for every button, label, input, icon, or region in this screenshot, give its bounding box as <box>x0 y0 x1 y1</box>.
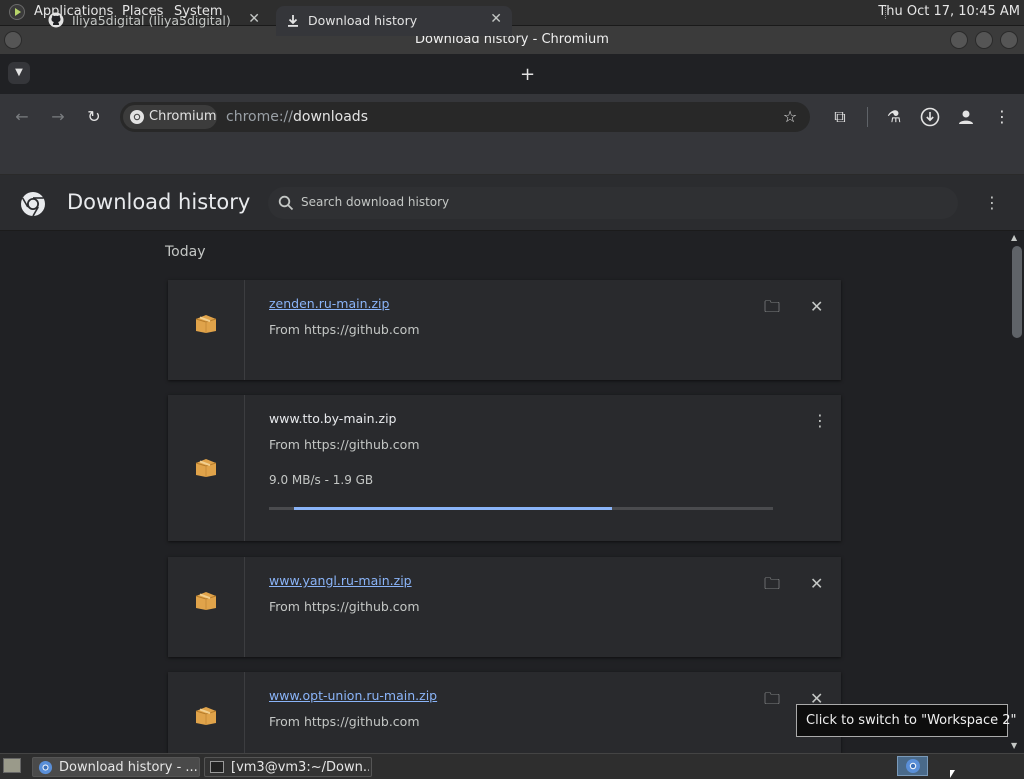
archive-file-icon <box>195 315 217 333</box>
github-icon <box>48 12 64 28</box>
terminal-icon <box>210 761 224 773</box>
file-name-link[interactable]: www.yangl.ru-main.zip <box>269 573 412 588</box>
search-icon <box>278 195 294 211</box>
downloads-toolbar-icon[interactable] <box>920 107 940 127</box>
chrome-menu-icon[interactable]: ⋮ <box>992 107 1012 127</box>
date-section-label: Today <box>165 244 206 260</box>
minimize-button[interactable] <box>950 31 968 49</box>
tab-label: Download history <box>308 13 418 28</box>
task-terminal[interactable]: [vm3@vm3:~/Down... <box>204 757 372 777</box>
scrollbar-thumb[interactable] <box>1012 246 1022 338</box>
download-status: 9.0 MB/s - 1.9 GB <box>269 473 374 487</box>
applications-menu-icon[interactable] <box>9 4 25 20</box>
url-text[interactable]: chrome://downloads <box>226 109 368 125</box>
address-bar[interactable] <box>120 102 810 132</box>
task-label: [vm3@vm3:~/Down... <box>231 760 369 775</box>
download-item: www.yangl.ru-main.zip From https://githu… <box>168 557 841 657</box>
reload-button[interactable]: ↻ <box>84 107 104 127</box>
tooltip-text: Click to switch to "Workspace 2" <box>806 713 1017 728</box>
file-source: From https://github.com <box>269 599 420 614</box>
download-item: zenden.ru-main.zip From https://github.c… <box>168 280 841 380</box>
labs-flask-icon[interactable]: ⚗ <box>884 107 904 127</box>
card-divider <box>244 280 245 380</box>
show-in-folder-icon[interactable]: 🗀 <box>764 573 780 600</box>
download-item: www.tto.by-main.zip From https://github.… <box>168 395 841 541</box>
chromium-icon <box>906 759 920 773</box>
scroll-down-arrow-icon[interactable]: ▼ <box>1011 741 1017 750</box>
workspace-tooltip: Click to switch to "Workspace 2" <box>796 704 1017 737</box>
back-button[interactable]: ← <box>12 107 32 127</box>
close-window-button[interactable] <box>1000 31 1018 49</box>
chevron-down-icon: ▼ <box>15 67 23 78</box>
chromium-icon <box>38 760 53 775</box>
toolbar-divider <box>867 107 868 127</box>
bookmark-star-icon[interactable]: ☆ <box>780 107 800 127</box>
url-host: downloads <box>293 109 368 125</box>
show-in-folder-icon[interactable]: 🗀 <box>764 296 780 323</box>
site-chip-label: Chromium <box>149 109 217 124</box>
workspace-switcher[interactable] <box>897 756 928 776</box>
url-scheme: chrome:// <box>226 109 293 125</box>
show-desktop-icon[interactable] <box>3 758 21 773</box>
close-tab-icon[interactable]: ✕ <box>248 11 260 27</box>
extensions-icon[interactable]: ⧉ <box>830 107 850 127</box>
archive-file-icon <box>195 707 217 725</box>
more-options-icon[interactable]: ⋮ <box>812 411 828 430</box>
download-item: www.opt-union.ru-main.zip From https://g… <box>168 672 841 753</box>
file-name-link[interactable]: zenden.ru-main.zip <box>269 296 389 311</box>
close-tab-icon[interactable]: ✕ <box>490 11 502 27</box>
forward-button[interactable]: → <box>48 107 68 127</box>
remove-from-list-icon[interactable]: ✕ <box>810 574 823 593</box>
mouse-cursor-icon <box>950 770 955 778</box>
card-divider <box>244 672 245 753</box>
download-progress-fill <box>294 507 612 510</box>
tab-github[interactable]: Iliya5digital (Iliya5digital) / Re ✕ <box>40 6 270 36</box>
tab-search-button[interactable]: ▼ <box>8 62 30 84</box>
scroll-up-arrow-icon[interactable]: ▲ <box>1011 233 1017 242</box>
file-source: From https://github.com <box>269 322 420 337</box>
search-placeholder: Search download history <box>301 195 450 209</box>
card-divider <box>244 395 245 541</box>
page-title: Download history <box>67 190 251 214</box>
download-progress-bar <box>269 507 773 510</box>
site-info-chip[interactable]: Chromium <box>123 105 217 129</box>
show-in-folder-icon[interactable]: 🗀 <box>764 688 780 715</box>
file-source: From https://github.com <box>269 714 420 729</box>
more-actions-icon[interactable]: ⋮ <box>984 193 1000 212</box>
file-name-link[interactable]: www.opt-union.ru-main.zip <box>269 688 437 703</box>
toolbar-spacer <box>0 140 1024 175</box>
download-icon <box>288 15 298 27</box>
task-label: Download history - ... <box>59 760 197 775</box>
task-chromium[interactable]: Download history - ... <box>32 757 200 777</box>
tab-strip <box>0 54 1024 94</box>
profile-avatar-icon[interactable] <box>956 107 976 127</box>
clock[interactable]: Thu Oct 17, 10:45 AM <box>878 4 1020 19</box>
tab-label: Iliya5digital (Iliya5digital) / Re <box>72 13 232 28</box>
archive-file-icon <box>195 592 217 610</box>
remove-from-list-icon[interactable]: ✕ <box>810 297 823 316</box>
file-source: From https://github.com <box>269 437 420 452</box>
card-divider <box>244 557 245 657</box>
chromium-logo-icon <box>21 192 45 217</box>
new-tab-button[interactable]: + <box>520 64 535 85</box>
archive-file-icon <box>195 459 217 477</box>
file-name: www.tto.by-main.zip <box>269 411 397 426</box>
tab-download-history[interactable]: Download history ✕ <box>276 6 512 36</box>
bottom-taskbar: Download history - ... [vm3@vm3:~/Down..… <box>0 753 1024 779</box>
chromium-icon <box>130 110 144 124</box>
maximize-button[interactable] <box>975 31 993 49</box>
